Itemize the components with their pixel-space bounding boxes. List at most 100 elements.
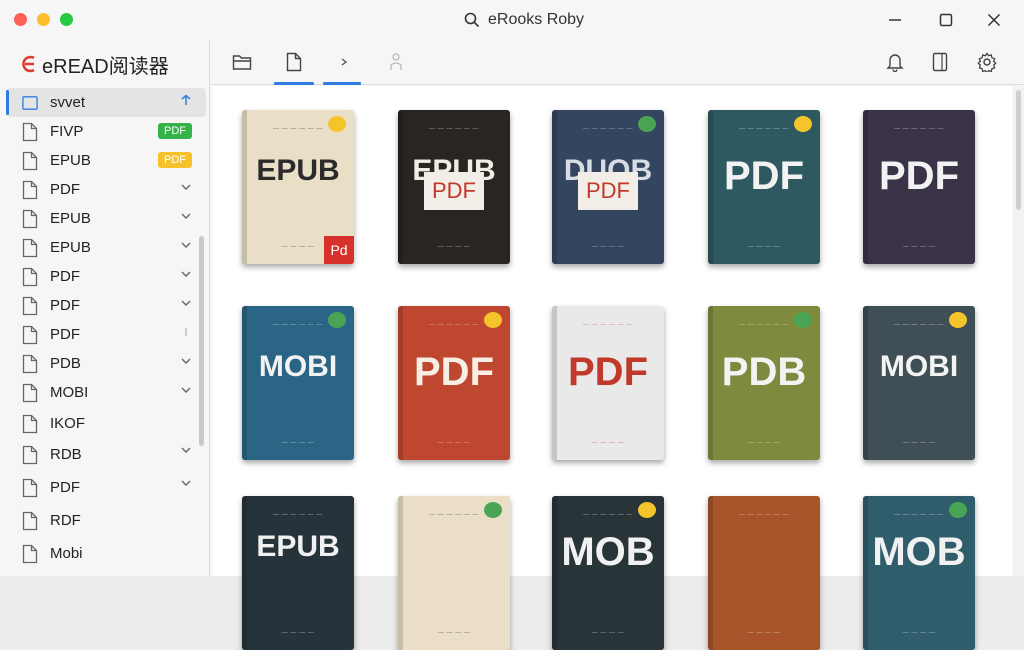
chevron-down-icon[interactable] <box>180 355 192 367</box>
file-icon <box>22 238 38 257</box>
sidebar-item-accessory: PDF <box>158 123 192 139</box>
book-cover[interactable]: — — — — — — — — — — <box>398 496 510 650</box>
sidebar-item[interactable]: FIVP PDF <box>6 117 206 146</box>
maximize-button[interactable] <box>936 10 956 30</box>
minimize-window-button[interactable] <box>37 13 50 26</box>
sidebar-item-accessory <box>180 94 192 106</box>
cover-decoration: — — — — <box>747 630 781 636</box>
sidebar-item[interactable]: IKOF <box>6 409 206 438</box>
sidebar-item-label: PDB <box>50 355 81 372</box>
sidebar-scrollbar[interactable] <box>199 236 204 446</box>
cover-decoration: — — — — <box>437 440 471 446</box>
chevron-down-icon[interactable] <box>180 210 192 222</box>
sidebar-item[interactable]: PDF <box>6 175 206 204</box>
book-cover[interactable]: — — — — — — PDF — — — — <box>398 306 510 460</box>
book-cover[interactable]: — — — — — — EPUB — — — — <box>242 496 354 650</box>
file-icon <box>22 325 38 344</box>
file-icon <box>22 445 38 464</box>
book-cover[interactable]: — — — — — — MOB — — — — <box>863 496 975 650</box>
sidebar-item[interactable]: PDF <box>6 320 206 349</box>
chevron-down-icon[interactable] <box>180 297 192 309</box>
sidebar-item-label: FIVP <box>50 123 84 140</box>
book-cover[interactable]: — — — — — — PDF — — — — <box>863 110 975 264</box>
chevron-down-icon[interactable] <box>180 268 192 280</box>
cover-title: MOBI <box>879 350 959 383</box>
chevron-down-icon[interactable] <box>180 384 192 396</box>
book-cover[interactable]: — — — — — — PDF — — — — <box>552 306 664 460</box>
reader-button[interactable] <box>929 51 951 73</box>
file-icon <box>22 180 38 199</box>
book-cover[interactable]: — — — — — — MOBI — — — — <box>863 306 975 460</box>
toolbar <box>211 40 1024 85</box>
badge-icon <box>794 502 812 518</box>
sidebar-item[interactable]: PDF <box>6 262 206 291</box>
book-cover[interactable]: — — — — — — — — — — <box>708 496 820 650</box>
badge-icon <box>949 502 967 518</box>
badge-icon <box>794 116 812 132</box>
book-cover[interactable]: — — — — — — DUOB PDF — — — — <box>552 110 664 264</box>
sidebar-item[interactable]: PDF <box>6 291 206 320</box>
file-icon <box>22 209 38 228</box>
chevron-down-icon[interactable] <box>180 477 192 489</box>
sidebar: eREAD阅读器 svvet FIVP PDF EPUB PDF PDF EPUB EPUB P… <box>0 40 210 576</box>
cover-decoration: — — — — <box>281 244 315 250</box>
cover-decoration: — — — — <box>902 440 936 446</box>
cover-decoration: — — — — <box>747 244 781 250</box>
close-button[interactable] <box>984 10 1004 30</box>
cover-title: PDF <box>414 350 494 394</box>
sidebar-item[interactable]: EPUB <box>6 233 206 262</box>
book-cover[interactable]: — — — — — — PDB — — — — <box>708 306 820 460</box>
cover-tag: Pd <box>324 236 354 264</box>
close-window-button[interactable] <box>14 13 27 26</box>
cover-decoration: — — — — <box>591 630 625 636</box>
window-title-area[interactable]: eRooks Roby <box>464 10 584 30</box>
chevron-down-icon[interactable] <box>180 239 192 251</box>
file-icon <box>22 511 38 530</box>
badge-icon <box>794 312 812 328</box>
document-icon <box>286 52 302 72</box>
folder-button[interactable] <box>231 51 253 73</box>
sidebar-item-accessory <box>180 444 192 456</box>
tab-documents[interactable] <box>283 51 305 73</box>
chevron-down-icon[interactable] <box>180 444 192 456</box>
settings-button[interactable] <box>976 51 998 73</box>
sidebar-item-label: IKOF <box>50 415 86 432</box>
sidebar-item[interactable]: EPUB <box>6 204 206 233</box>
book-cover[interactable]: — — — — — — EPUB Pd — — — — <box>242 110 354 264</box>
sidebar-item[interactable]: MOBI <box>6 378 206 407</box>
sidebar-item-accessory <box>180 477 192 489</box>
sidebar-item[interactable]: svvet <box>6 88 206 117</box>
sidebar-item[interactable]: PDF <box>6 471 206 504</box>
tab-next[interactable] <box>333 51 355 73</box>
notifications-button[interactable] <box>884 51 906 73</box>
chevron-down-icon[interactable] <box>180 181 192 193</box>
book-cover[interactable]: — — — — — — EPUB PDF — — — — <box>398 110 510 264</box>
minimize-button[interactable] <box>885 10 905 30</box>
sidebar-item[interactable]: EPUB PDF <box>6 146 206 175</box>
cover-decoration: — — — — <box>437 244 471 250</box>
sidebar-item-label: EPUB <box>50 210 91 227</box>
window-title: eRooks Roby <box>488 11 585 28</box>
sidebar-item[interactable]: Mobi <box>6 537 206 570</box>
cover-title: EPUB <box>256 154 340 187</box>
file-icon <box>22 354 38 373</box>
book-cover[interactable]: — — — — — — PDF — — — — <box>708 110 820 264</box>
cover-title: PDB <box>721 350 807 394</box>
zoom-window-button[interactable] <box>60 13 73 26</box>
badge-icon <box>328 312 346 328</box>
user-button[interactable] <box>385 51 407 73</box>
sidebar-item[interactable]: RDB <box>6 438 206 471</box>
arrow-up-icon[interactable] <box>180 94 192 106</box>
sidebar-item[interactable]: RDF <box>6 504 206 537</box>
badge-icon <box>484 116 502 132</box>
sidebar-item[interactable]: PDB <box>6 349 206 378</box>
folder-icon <box>22 95 38 110</box>
close-icon <box>987 13 1001 27</box>
file-icon <box>22 478 38 497</box>
book-cover[interactable]: — — — — — — MOB — — — — <box>552 496 664 650</box>
scroll-thumb[interactable] <box>1016 90 1021 210</box>
logo-icon <box>22 55 35 73</box>
badge-icon <box>638 312 656 328</box>
book-cover[interactable]: — — — — — — MOBI — — — — <box>242 306 354 460</box>
content-scrollbar[interactable] <box>1013 86 1024 576</box>
